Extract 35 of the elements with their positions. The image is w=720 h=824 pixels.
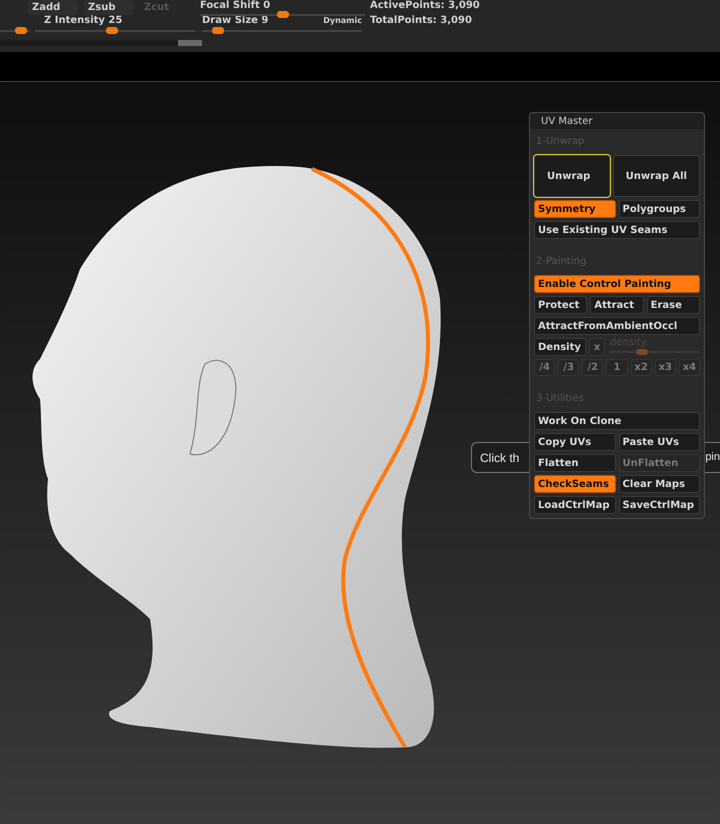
- slider-thumb[interactable]: [106, 27, 118, 34]
- panel-button[interactable]: Density: [534, 338, 586, 356]
- panel-button[interactable]: Paste UVs: [618, 433, 700, 451]
- total-points-readout: TotalPoints: 3,090: [370, 15, 472, 27]
- panel-button[interactable]: Protect: [534, 296, 588, 314]
- panel-button[interactable]: LoadCtrlMap: [534, 496, 616, 514]
- scroll-thumb[interactable]: [178, 40, 202, 46]
- panel-button[interactable]: Flatten: [534, 454, 616, 472]
- panel-button[interactable]: Erase: [646, 296, 700, 314]
- brush-mode-button[interactable]: Zadd: [28, 0, 78, 15]
- panel-button[interactable]: AttractFromAmbientOccl: [534, 317, 700, 335]
- panel-button[interactable]: Symmetry: [534, 200, 616, 218]
- active-points-readout: ActivePoints: 3,090: [370, 0, 480, 12]
- brush-mode-button[interactable]: Zsub: [84, 0, 134, 15]
- draw-size-label: Draw Size 9: [202, 15, 268, 27]
- tooltip-text: Click th: [480, 450, 520, 466]
- panel-button[interactable]: Attract: [590, 296, 644, 314]
- tooltip-text: pin: [705, 450, 720, 466]
- panel-button[interactable]: CheckSeams: [534, 475, 616, 493]
- slider-thumb[interactable]: [212, 27, 224, 34]
- panel-button[interactable]: Copy UVs: [534, 433, 616, 451]
- slider-thumb[interactable]: [276, 11, 288, 18]
- panel-button[interactable]: Work On Clone: [534, 412, 700, 430]
- panel-button[interactable]: Unwrap All: [612, 155, 700, 197]
- panel-button[interactable]: Polygroups: [618, 200, 700, 218]
- panel-button[interactable]: Enable Control Painting: [534, 275, 700, 293]
- panel-title: UV Master: [541, 114, 592, 128]
- panel-button[interactable]: Clear Maps: [618, 475, 700, 493]
- z-intensity-label: Z Intensity 25: [44, 15, 124, 27]
- focal-shift-label: Focal Shift 0: [200, 0, 272, 12]
- slider-thumb[interactable]: [15, 27, 27, 34]
- panel-button[interactable]: Use Existing UV Seams: [534, 221, 700, 239]
- panel-button[interactable]: SaveCtrlMap: [618, 496, 700, 514]
- panel-button[interactable]: Unwrap: [534, 155, 610, 197]
- dynamic-toggle[interactable]: Dynamic: [323, 15, 362, 27]
